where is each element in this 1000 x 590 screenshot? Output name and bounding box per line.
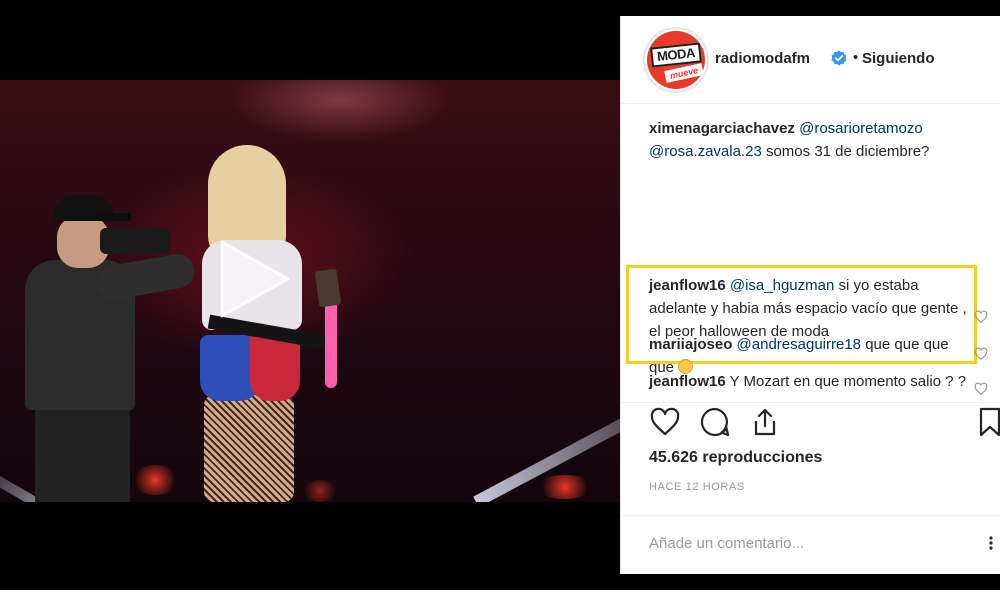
verified-badge-icon [831, 50, 847, 66]
flushed-face-icon [678, 359, 694, 374]
video-player[interactable] [0, 0, 620, 590]
comment-mention[interactable]: @rosarioretamozo [799, 120, 923, 137]
cameraman-figure [25, 190, 215, 502]
comment-mention[interactable]: @rosa.zavala.23 [649, 143, 762, 160]
heart-small-icon[interactable] [974, 347, 988, 361]
comment-username[interactable]: mariiajoseo [649, 336, 732, 353]
share-icon[interactable] [749, 406, 781, 438]
heart-icon[interactable] [649, 406, 681, 438]
comment-username[interactable]: ximenagarciachavez [649, 120, 795, 137]
post-timestamp: HACE 12 HORAS [649, 481, 745, 493]
separator-dot: • [853, 49, 859, 66]
bookmark-icon[interactable] [977, 406, 1000, 438]
video-frame[interactable] [0, 80, 620, 502]
heart-small-icon[interactable] [974, 310, 988, 324]
logo-tag: mueve [664, 63, 704, 83]
comment-mention[interactable]: @isa_hguzman [730, 277, 834, 294]
comment-text: somos 31 de diciembre? [765, 143, 930, 160]
comment-icon[interactable] [699, 406, 731, 438]
add-comment-input[interactable] [649, 530, 979, 556]
radio-logo-icon: MODA mueve [647, 31, 705, 89]
more-options-icon[interactable] [984, 535, 998, 551]
comment-mention[interactable]: @andresaguirre18 [737, 336, 861, 353]
post-username[interactable]: radiomodafm [715, 50, 810, 67]
views-count[interactable]: 45.626 reproducciones [649, 449, 822, 467]
performer-figure [190, 145, 350, 502]
comment-username[interactable]: jeanflow16 [649, 277, 726, 294]
following-button[interactable]: Siguiendo [862, 50, 935, 67]
add-comment-bar [621, 515, 1000, 574]
comment-item: mariiajoseo @andresaguirre18 que que que… [649, 333, 969, 379]
post-side-panel: MODA mueve radiomodafm • Siguiendo ximen… [620, 16, 1000, 574]
play-icon[interactable] [208, 236, 294, 322]
avatar[interactable]: MODA mueve [643, 27, 709, 93]
heart-small-icon[interactable] [974, 382, 988, 396]
stage-light-glow [535, 475, 595, 499]
comment-item: ximenagarciachavez @rosarioretamozo @ros… [649, 117, 969, 163]
post-header: MODA mueve radiomodafm • Siguiendo [621, 16, 1000, 104]
